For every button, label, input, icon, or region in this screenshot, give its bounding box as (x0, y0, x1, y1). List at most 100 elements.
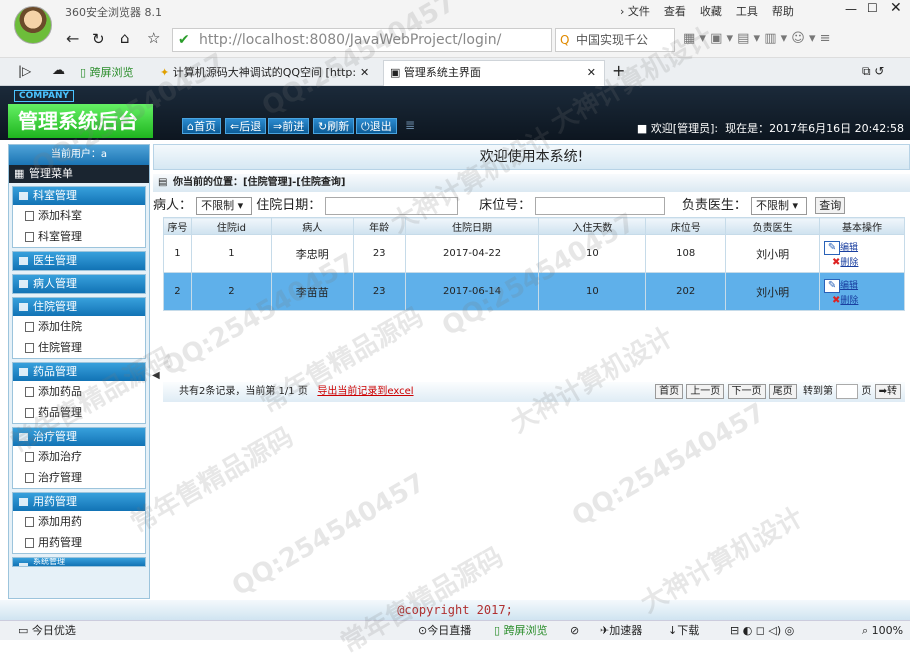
status-icon-a[interactable]: ⊘ (570, 621, 579, 640)
new-tab-icon[interactable]: + (612, 61, 625, 80)
current-time: 现在是：2017年6月16日 20:42:58 (725, 122, 904, 135)
status-live[interactable]: ⊙今日直播 (418, 621, 471, 640)
tab-close-icon[interactable]: ✕ (360, 66, 369, 79)
sidebar-item-manage-drug[interactable]: 药品管理 (13, 402, 145, 423)
tab-close-icon[interactable]: ✕ (587, 61, 596, 85)
edit-icon: ✎ (824, 240, 841, 255)
menu-tools[interactable]: 工具 (736, 5, 758, 18)
go-button[interactable]: ➡转 (874, 383, 901, 399)
status-download[interactable]: ↓下载 (668, 621, 699, 640)
col-header: 住院日期 (404, 217, 540, 235)
page-icon: ▣ (390, 66, 401, 79)
extensions-icon[interactable]: ▦ ▾ ▣ ▾ ▤ ▾ ▥ ▾ ☺ ▾ ≡ (683, 31, 831, 46)
group-header[interactable]: 科室管理 (13, 187, 145, 205)
prev-page-button[interactable]: 上一页 (686, 383, 725, 399)
group-header[interactable]: 住院管理 (13, 298, 145, 316)
sidebar-item-add-inpatient[interactable]: 添加住院 (13, 316, 145, 337)
location-icon: ▤ (158, 177, 168, 188)
tab-main-interface[interactable]: ▣ 管理系统主界面 ✕ (383, 60, 605, 86)
group-header[interactable]: 用药管理 (13, 493, 145, 511)
sidebar-item-manage-inpatient[interactable]: 住院管理 (13, 337, 145, 358)
next-page-button[interactable]: 下一页 (727, 383, 766, 399)
menu-favorites[interactable]: 收藏 (700, 5, 722, 18)
group-header[interactable]: 医生管理 (13, 252, 145, 270)
menu-nav-icon[interactable]: › (620, 5, 628, 18)
cell: 10 (538, 272, 647, 311)
copyright: @copyright 2017; (0, 600, 910, 620)
sidebar-toggle-icon[interactable]: |▷ (18, 64, 31, 78)
sidebar-item-add-department[interactable]: 添加科室 (13, 205, 145, 226)
group-patient: 病人管理 (12, 274, 146, 294)
delete-link[interactable]: ✖删除 (824, 255, 904, 268)
ops-cell: ✎ 编辑 ✖删除 (819, 234, 905, 273)
daily-picks[interactable]: ▭ 今日优选 (18, 621, 76, 640)
address-bar[interactable]: ✔ http://localhost:8080/JavaWebProject/l… (172, 28, 552, 52)
patient-select[interactable]: 不限制 ▾ (196, 196, 253, 215)
edit-link[interactable]: ✎ 编辑 (824, 278, 904, 293)
doctor-select[interactable]: 不限制 ▾ (750, 196, 807, 215)
cell: 2017-04-22 (404, 234, 540, 273)
tab-cross-screen[interactable]: ▯ 跨屏浏览 (80, 62, 150, 84)
menu-view[interactable]: 查看 (664, 5, 686, 18)
app-title: 管理系统后台 (8, 104, 153, 138)
menu-help[interactable]: 帮助 (772, 5, 794, 18)
cell: 2017-06-14 (404, 272, 540, 311)
sidebar-item-manage-department[interactable]: 科室管理 (13, 226, 145, 247)
status-bar: ▭ 今日优选 ⊙今日直播 ▯ 跨屏浏览 ⊘ ✈加速器 ↓下载 ⊟ ◐ ◻ ◁) … (0, 620, 910, 640)
first-page-button[interactable]: 首页 (655, 383, 684, 399)
group-header[interactable]: 药品管理 (13, 363, 145, 381)
delete-link[interactable]: ✖删除 (824, 293, 904, 306)
pager-controls: 首页 上一页 下一页 尾页 转到第 页 ➡转 (655, 382, 901, 402)
nav-refresh-button[interactable]: ↻刷新 (313, 118, 355, 134)
app-frame: COMPANY 管理系统后台 ⌂首页 ⇐后退 ⇒前进 ↻刷新 ⏻退出 ≣ ■ 欢… (0, 86, 910, 600)
sidebar-item-add-drug[interactable]: 添加药品 (13, 381, 145, 402)
last-page-button[interactable]: 尾页 (768, 383, 797, 399)
edit-icon: ✎ (824, 278, 841, 293)
star-icon[interactable]: ☆ (147, 28, 160, 48)
col-header: 序号 (163, 217, 192, 235)
query-button[interactable]: 查询 (815, 197, 846, 214)
search-icon: Q (560, 33, 570, 47)
group-header[interactable]: 治疗管理 (13, 428, 145, 446)
tab-tools-icon[interactable]: ⧉ ↺ (862, 64, 884, 79)
sidebar-item-add-medication[interactable]: 添加用药 (13, 511, 145, 532)
arrow-right-icon: ➡ (878, 385, 887, 397)
menu-file[interactable]: 文件 (628, 5, 650, 18)
tab-qq-space[interactable]: ✦ 计算机源码大神调试的QQ空间 [http: (160, 62, 375, 84)
edit-link[interactable]: ✎ 编辑 (824, 240, 904, 255)
page-number-input[interactable] (836, 383, 859, 399)
back-icon[interactable]: ← (66, 29, 79, 49)
patient-label: 病人： (153, 198, 193, 213)
avatar[interactable] (14, 6, 52, 44)
col-header: 年龄 (352, 217, 406, 235)
minimize-icon[interactable]: — (845, 2, 857, 16)
sidebar-item-manage-medication[interactable]: 用药管理 (13, 532, 145, 553)
close-icon[interactable]: ✕ (890, 0, 902, 16)
maximize-icon[interactable]: ☐ (867, 1, 878, 15)
status-cross-screen[interactable]: ▯ 跨屏浏览 (494, 621, 548, 640)
sidebar-item-add-treatment[interactable]: 添加治疗 (13, 446, 145, 467)
refresh-icon[interactable]: ↻ (92, 29, 105, 49)
nav-logout-button[interactable]: ⏻退出 (356, 118, 397, 134)
search-text: 中国实现千公 (576, 33, 649, 47)
nav-back-button[interactable]: ⇐后退 (225, 118, 267, 134)
sidebar-item-manage-treatment[interactable]: 治疗管理 (13, 467, 145, 488)
group-header[interactable]: 系统管理 (13, 558, 145, 566)
col-header: 床位号 (645, 217, 727, 235)
group-header[interactable]: 病人管理 (13, 275, 145, 293)
home-icon[interactable]: ⌂ (120, 28, 130, 48)
group-treatment: 治疗管理 添加治疗 治疗管理 (12, 427, 146, 489)
search-box[interactable]: Q 中国实现千公 (555, 28, 675, 52)
bed-input[interactable] (535, 196, 666, 215)
nav-forward-button[interactable]: ⇒前进 (268, 118, 310, 134)
zoom-level[interactable]: ⌕ 100% (862, 621, 903, 640)
table-row[interactable]: 1 1 李忠明 23 2017-04-22 10 108 刘小明 ✎ 编辑 ✖删除 (163, 234, 905, 273)
status-icons[interactable]: ⊟ ◐ ◻ ◁) ◎ (730, 621, 794, 640)
cloud-icon[interactable]: ☁ (52, 63, 65, 78)
nav-home-button[interactable]: ⌂首页 (182, 118, 221, 134)
status-accelerator[interactable]: ✈加速器 (600, 621, 642, 640)
export-link[interactable]: 导出当前记录到excel (317, 386, 413, 397)
date-input[interactable] (325, 196, 459, 215)
table-row[interactable]: 2 2 李苗苗 23 2017-06-14 10 202 刘小明 ✎ 编辑 ✖删除 (163, 272, 905, 311)
main-content: 欢迎使用本系统! ▤ 你当前的位置：[住院管理]-[住院查询] 病人： 不限制 … (153, 144, 910, 599)
